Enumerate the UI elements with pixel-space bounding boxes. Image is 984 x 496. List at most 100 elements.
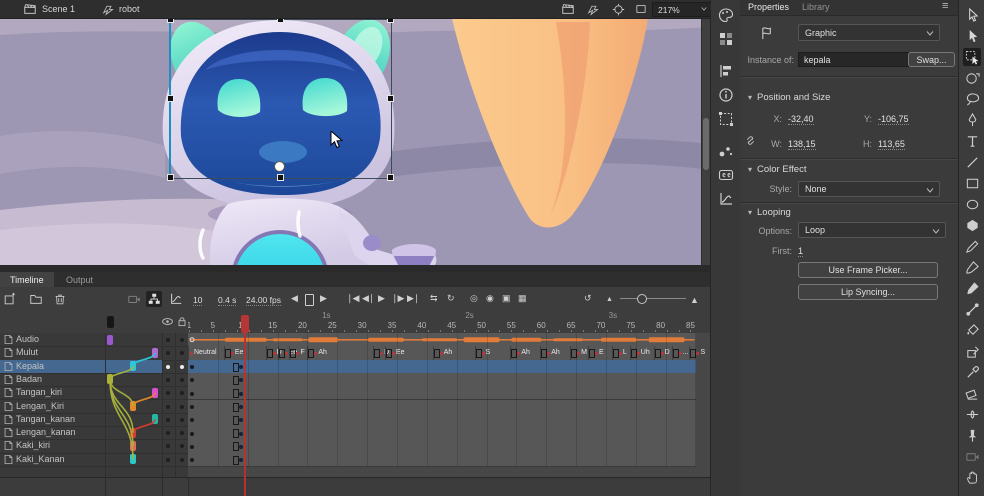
- transform-panel[interactable]: [717, 110, 735, 128]
- keyframe-dot[interactable]: [696, 352, 699, 355]
- selection-bounding-box[interactable]: [170, 19, 392, 179]
- layer-row-Kaki_Kanan[interactable]: Kaki_Kanan: [0, 453, 188, 467]
- frame-row-Mulut[interactable]: NeutralEeDEeFAhDEeAhSAhAhMELUhD...S: [188, 346, 696, 360]
- eraser-tool[interactable]: [963, 384, 981, 402]
- layer-visibility-dot[interactable]: [166, 444, 170, 448]
- text-tool[interactable]: [963, 132, 981, 150]
- keyframe-dot-first[interactable]: [190, 418, 194, 422]
- layer-visibility-dot[interactable]: [166, 458, 170, 462]
- onion-skin-button[interactable]: ◎: [470, 293, 477, 304]
- camera-tool[interactable]: [963, 447, 981, 465]
- tab-timeline[interactable]: Timeline: [0, 272, 54, 287]
- layer-name[interactable]: Kaki_Kanan: [16, 454, 65, 464]
- keyframe-anchor-box[interactable]: [233, 376, 239, 385]
- w-value[interactable]: 138,15: [788, 139, 816, 150]
- lip-syncing-button[interactable]: Lip Syncing...: [798, 284, 938, 300]
- reset-timeline-zoom-button[interactable]: ↺: [584, 293, 591, 304]
- keyframe-dot[interactable]: [440, 352, 443, 355]
- frame-row-Lengan_Kiri[interactable]: [188, 400, 696, 414]
- layer-name[interactable]: Tangan_kiri: [16, 387, 62, 397]
- zoom-out-frames-button[interactable]: ▲: [606, 296, 612, 303]
- edit-multiple-frames-button[interactable]: ▣: [502, 293, 510, 304]
- use-frame-picker-button[interactable]: Use Frame Picker...: [798, 262, 938, 278]
- keyframe-dot-first[interactable]: [190, 392, 194, 396]
- tab-library[interactable]: Library: [802, 2, 830, 12]
- info-panel[interactable]: [717, 86, 735, 104]
- paint-bucket-tool[interactable]: [963, 321, 981, 339]
- y-value[interactable]: -106,75: [878, 114, 909, 125]
- line-tool[interactable]: [963, 153, 981, 171]
- edit-scene-button[interactable]: [560, 2, 576, 16]
- frame-row-Tangan_kanan[interactable]: [188, 413, 696, 427]
- selection-tool[interactable]: [963, 6, 981, 24]
- layer-lock-dot[interactable]: [180, 391, 184, 395]
- scrollbar-thumb[interactable]: [703, 118, 709, 170]
- keyframe-dot[interactable]: [619, 352, 622, 355]
- transform-handle-left-mid[interactable]: [167, 95, 174, 102]
- keyframe-dot[interactable]: [595, 352, 598, 355]
- layer-parent-pill[interactable]: [152, 348, 158, 358]
- keyframe-dot[interactable]: [296, 352, 299, 355]
- add-camera-button[interactable]: [126, 291, 142, 307]
- step-forward-one-frame-button[interactable]: ▶: [320, 293, 326, 304]
- layer-row-Kaki_kiri[interactable]: Kaki_kiri: [0, 439, 188, 453]
- transform-handle-bottom-left[interactable]: [167, 174, 174, 181]
- frame-row-Lengan_kanan[interactable]: [188, 426, 696, 440]
- keyframe-dot-first[interactable]: [190, 445, 194, 449]
- step-back-button[interactable]: ◀❘: [362, 293, 374, 304]
- symbol-behavior-select[interactable]: Graphic: [798, 24, 940, 41]
- go-to-first-frame-button[interactable]: ❘◀: [346, 293, 358, 304]
- keyframe-dot[interactable]: [661, 352, 664, 355]
- keyframe-dot[interactable]: [482, 352, 485, 355]
- keyframe-dot-second[interactable]: [239, 445, 243, 449]
- pencil-tool[interactable]: [963, 237, 981, 255]
- keyframe-dot[interactable]: [380, 352, 383, 355]
- frame-row-Kaki_Kanan[interactable]: [188, 453, 696, 467]
- keyframe-anchor-box[interactable]: [267, 349, 273, 358]
- keyframe-anchor-box[interactable]: [233, 416, 239, 425]
- layer-name[interactable]: Kepala: [16, 361, 44, 371]
- swatches-panel[interactable]: [717, 30, 735, 48]
- layer-visibility-dot[interactable]: [166, 351, 170, 355]
- polystar-tool[interactable]: [963, 216, 981, 234]
- layer-name[interactable]: Tangan_kanan: [16, 414, 75, 424]
- center-playhead-button[interactable]: ⇆: [430, 293, 437, 304]
- frames-grid[interactable]: NeutralEeDEeFAhDEeAhSAhAhMELUhD...S: [188, 333, 710, 496]
- keyframe-anchor-box[interactable]: [233, 442, 239, 451]
- keyframe-anchor-box[interactable]: [225, 349, 231, 358]
- subselection-tool[interactable]: [963, 27, 981, 45]
- layer-visibility-dot[interactable]: [166, 431, 170, 435]
- hand-tool[interactable]: [963, 468, 981, 486]
- keyframe-dot[interactable]: [637, 352, 640, 355]
- keyframe-dot-second[interactable]: [239, 378, 243, 382]
- edit-symbols-button[interactable]: [585, 2, 601, 16]
- ink-bottle-tool[interactable]: [963, 342, 981, 360]
- layer-name[interactable]: Badan: [16, 374, 42, 384]
- clip-content-button[interactable]: [633, 2, 649, 16]
- keyframe-anchor-box[interactable]: [233, 403, 239, 412]
- keyframe-dot-first[interactable]: [190, 405, 194, 409]
- timeline-zoom-slider-track[interactable]: [620, 298, 686, 299]
- keyframe-dot[interactable]: [314, 352, 317, 355]
- frame-row-Kepala[interactable]: [188, 360, 696, 374]
- keyframe-dot[interactable]: [273, 352, 276, 355]
- elapsed-time-value[interactable]: 0.4 s: [218, 295, 236, 306]
- visibility-column-icon[interactable]: [161, 315, 174, 328]
- playhead-marker[interactable]: [241, 315, 249, 333]
- layer-visibility-dot[interactable]: [166, 378, 170, 382]
- panel-divider[interactable]: [0, 265, 710, 272]
- layer-parent-pill[interactable]: [107, 335, 113, 345]
- step-back-one-frame-button[interactable]: ◀: [291, 293, 297, 304]
- layer-name[interactable]: Kaki_kiri: [16, 440, 50, 450]
- layer-lock-dot[interactable]: [180, 458, 184, 462]
- stage-canvas[interactable]: [0, 18, 710, 265]
- keyframe-dot[interactable]: [547, 352, 550, 355]
- layer-parent-pill[interactable]: [152, 414, 158, 424]
- play-button[interactable]: ▶: [378, 293, 384, 304]
- layer-lock-dot[interactable]: [180, 365, 184, 369]
- layer-parent-pill[interactable]: [130, 401, 136, 411]
- onion-skin-outlines-button[interactable]: ◉: [486, 293, 493, 304]
- classic-brush-tool[interactable]: [963, 258, 981, 276]
- gradient-transform-tool[interactable]: [963, 69, 981, 87]
- frame-row-Kaki_kiri[interactable]: [188, 439, 696, 453]
